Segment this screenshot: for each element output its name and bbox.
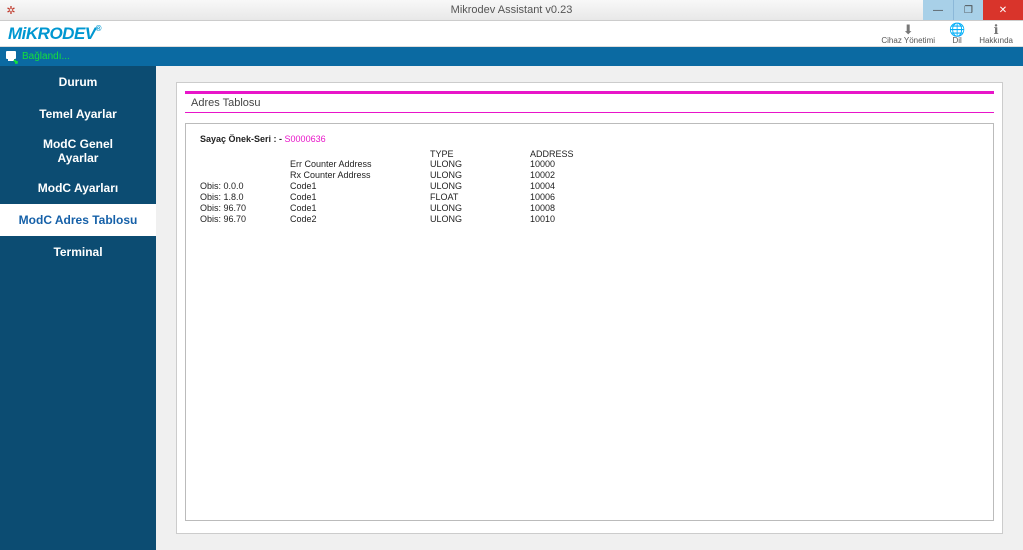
globe-icon: 🌐 (949, 23, 965, 36)
cell-type: FLOAT (430, 192, 530, 203)
cell-obis: Obis: 96.70 (200, 203, 290, 214)
panel-title: Adres Tablosu (185, 91, 994, 113)
sidebar-item-label: Temel Ayarlar (39, 107, 117, 121)
sidebar-item-label: ModC Adres Tablosu (19, 213, 138, 227)
cell-type: ULONG (430, 203, 530, 214)
cell-desc: Err Counter Address (290, 159, 430, 170)
sidebar-item-basic-settings[interactable]: Temel Ayarlar (0, 98, 156, 130)
cell-type: ULONG (430, 214, 530, 225)
sidebar-item-label: Ayarlar (58, 151, 99, 165)
window-title: Mikrodev Assistant v0.23 (451, 4, 573, 16)
cell-obis: Obis: 1.8.0 (200, 192, 290, 203)
table-row: Obis: 0.0.0Code1ULONG10004 (200, 181, 610, 192)
col-type-header: TYPE (430, 148, 530, 159)
device-management-button[interactable]: ⬇ Cihaz Yönetimi (881, 23, 935, 45)
cell-addr: 10006 (530, 192, 610, 203)
window-titlebar: ✲ Mikrodev Assistant v0.23 — ❐ ✕ (0, 0, 1023, 21)
cell-desc: Code2 (290, 214, 430, 225)
content-area: Durum Temel Ayarlar ModC Genel Ayarlar M… (0, 66, 1023, 550)
table-row: Obis: 1.8.0Code1FLOAT10006 (200, 192, 610, 203)
sidebar-item-label: Terminal (53, 245, 102, 259)
table-row: Rx Counter AddressULONG10002 (200, 170, 610, 181)
logo: MiKRODEV® (8, 24, 101, 44)
window-controls: — ❐ ✕ (923, 0, 1023, 20)
cell-desc: Rx Counter Address (290, 170, 430, 181)
sidebar-item-label: ModC Genel (43, 137, 113, 151)
header-action-label: Cihaz Yönetimi (881, 36, 935, 45)
col-desc-header (290, 148, 430, 159)
logo-text: MiKRODEV (8, 24, 96, 43)
status-text: Bağlandı... (22, 51, 70, 62)
sidebar-item-status[interactable]: Durum (0, 66, 156, 98)
connected-icon (4, 50, 18, 64)
cell-type: ULONG (430, 181, 530, 192)
app-header: MiKRODEV® ⬇ Cihaz Yönetimi 🌐 Dil ℹ Hakkı… (0, 21, 1023, 47)
maximize-button[interactable]: ❐ (953, 0, 983, 20)
app-icon: ✲ (4, 3, 18, 17)
cell-addr: 10002 (530, 170, 610, 181)
cell-addr: 10004 (530, 181, 610, 192)
minimize-button[interactable]: — (923, 0, 953, 20)
sidebar-item-modc-settings[interactable]: ModC Ayarları (0, 172, 156, 204)
sidebar-item-label: Durum (59, 75, 98, 89)
header-action-label: Dil (952, 36, 961, 45)
table-row: Obis: 96.70Code2ULONG10010 (200, 214, 610, 225)
download-icon: ⬇ (903, 23, 914, 36)
close-button[interactable]: ✕ (983, 0, 1023, 20)
cell-obis (200, 170, 290, 181)
about-button[interactable]: ℹ Hakkında (979, 23, 1013, 45)
logo-registered: ® (96, 24, 101, 33)
header-actions: ⬇ Cihaz Yönetimi 🌐 Dil ℹ Hakkında (881, 23, 1013, 45)
panel-body: Sayaç Önek-Seri : - S0000636 TYPE ADDRES… (185, 123, 994, 521)
connection-status-bar: Bağlandı... (0, 47, 1023, 66)
serial-value: S0000636 (285, 134, 326, 144)
cell-type: ULONG (430, 159, 530, 170)
col-address-header: ADDRESS (530, 148, 610, 159)
address-table: TYPE ADDRESS Err Counter AddressULONG100… (200, 148, 610, 225)
cell-desc: Code1 (290, 203, 430, 214)
sidebar-item-label: ModC Ayarları (38, 181, 118, 195)
cell-desc: Code1 (290, 181, 430, 192)
cell-desc: Code1 (290, 192, 430, 203)
table-row: Err Counter AddressULONG10000 (200, 159, 610, 170)
serial-label: Sayaç Önek-Seri : - (200, 134, 285, 144)
cell-type: ULONG (430, 170, 530, 181)
cell-addr: 10010 (530, 214, 610, 225)
header-action-label: Hakkında (979, 36, 1013, 45)
sidebar: Durum Temel Ayarlar ModC Genel Ayarlar M… (0, 66, 156, 550)
language-button[interactable]: 🌐 Dil (949, 23, 965, 45)
cell-obis (200, 159, 290, 170)
info-icon: ℹ (994, 23, 999, 36)
address-table-panel: Adres Tablosu Sayaç Önek-Seri : - S00006… (176, 82, 1003, 534)
sidebar-item-modc-address-table[interactable]: ModC Adres Tablosu (0, 204, 156, 236)
table-row: Obis: 96.70Code1ULONG10008 (200, 203, 610, 214)
cell-obis: Obis: 96.70 (200, 214, 290, 225)
table-header-row: TYPE ADDRESS (200, 148, 610, 159)
serial-line: Sayaç Önek-Seri : - S0000636 (200, 134, 979, 144)
sidebar-item-modc-general[interactable]: ModC Genel Ayarlar (0, 130, 156, 172)
cell-obis: Obis: 0.0.0 (200, 181, 290, 192)
main-area: Adres Tablosu Sayaç Önek-Seri : - S00006… (156, 66, 1023, 550)
cell-addr: 10000 (530, 159, 610, 170)
col-obis-header (200, 148, 290, 159)
sidebar-item-terminal[interactable]: Terminal (0, 236, 156, 268)
cell-addr: 10008 (530, 203, 610, 214)
